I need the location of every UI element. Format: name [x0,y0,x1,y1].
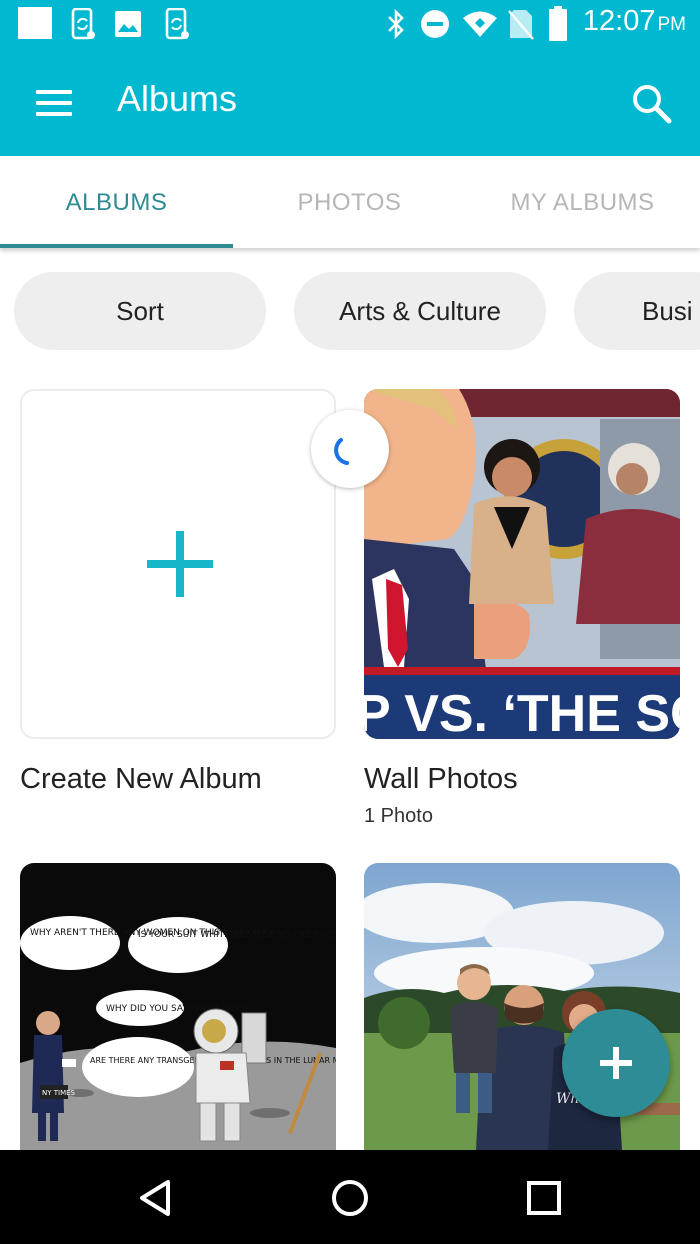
sort-chip[interactable]: Sort [14,272,266,350]
search-icon[interactable] [626,78,678,130]
album-card-cartoon[interactable]: WHY AREN'T THERE ANY WOMEN ON THIS MISSI… [20,863,336,1150]
add-fab-button[interactable] [562,1009,670,1117]
album-card-wall-photos[interactable]: P VS. ‘THE SQ [364,389,680,739]
loading-spinner [311,410,389,488]
spinner-icon [334,438,349,465]
recents-icon[interactable] [516,1170,572,1226]
app-bar: Albums [0,50,700,156]
tab-photos[interactable]: PHOTOS [233,156,466,248]
no-sim-icon [508,10,534,40]
battery-icon [549,6,567,41]
album-title: Wall Photos [364,763,518,795]
do-not-disturb-icon [421,10,449,38]
system-nav-bar [0,1150,700,1244]
bluetooth-icon [388,8,404,40]
tab-bar: ALBUMS PHOTOS MY ALBUMS [0,156,700,248]
status-bar: 12:07 PM [0,0,700,50]
phone-sync-icon [71,8,95,40]
home-icon[interactable] [322,1170,378,1226]
clock: 12:07 PM [582,5,686,37]
album-cover-image: P VS. ‘THE SQ [364,389,680,739]
album-cover-image: WHY AREN'T THERE ANY WOMEN ON THIS MISSI… [20,863,336,1150]
photo-count: 1 Photo [364,805,433,827]
business-chip[interactable]: Busi [574,272,700,350]
image-icon [115,11,141,37]
cartoon-text: IS YOUR SUIT WHITE BECAUSE YOU'RE RACIST… [138,930,336,940]
arts-culture-chip[interactable]: Arts & Culture [294,272,546,350]
wifi-icon [463,11,497,37]
tab-my-albums[interactable]: MY ALBUMS [466,156,699,248]
banner-text: P VS. ‘THE SQ [364,685,680,739]
album-title: Create New Album [20,763,262,795]
hamburger-menu-icon[interactable] [28,78,80,130]
tab-indicator [0,244,233,248]
cartoon-text: NY TIMES [42,1089,76,1097]
back-icon[interactable] [128,1170,184,1226]
phone-sync-icon [165,8,189,40]
create-album-card[interactable] [20,389,336,739]
page-title: Albums [117,78,238,119]
white-square-icon [18,7,52,39]
svg-text:IS YOUR SUIT WHITE BECAUSE YOU: IS YOUR SUIT WHITE BECAUSE YOU'RE RACIST… [138,930,336,940]
tab-albums[interactable]: ALBUMS [0,156,233,248]
